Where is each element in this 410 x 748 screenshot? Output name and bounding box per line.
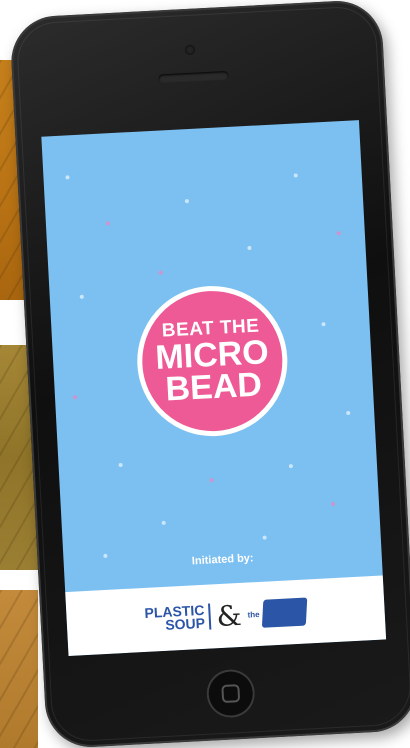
background-photo-strip [0,590,38,748]
photo-scene: BEAT THE MICRO BEAD Initiated by: PLASTI… [0,0,410,748]
partner-prefix: the [247,609,260,620]
app-splash-screen[interactable]: BEAT THE MICRO BEAD Initiated by: PLASTI… [41,120,387,656]
partner-logo: the [247,597,308,629]
smartphone: BEAT THE MICRO BEAD Initiated by: PLASTI… [9,0,410,748]
partner-flag-icon [261,597,308,628]
logo-line-3: BEAD [164,365,263,409]
plastic-soup-logo: PLASTIC SOUP [144,602,212,633]
ampersand: & [215,598,243,633]
